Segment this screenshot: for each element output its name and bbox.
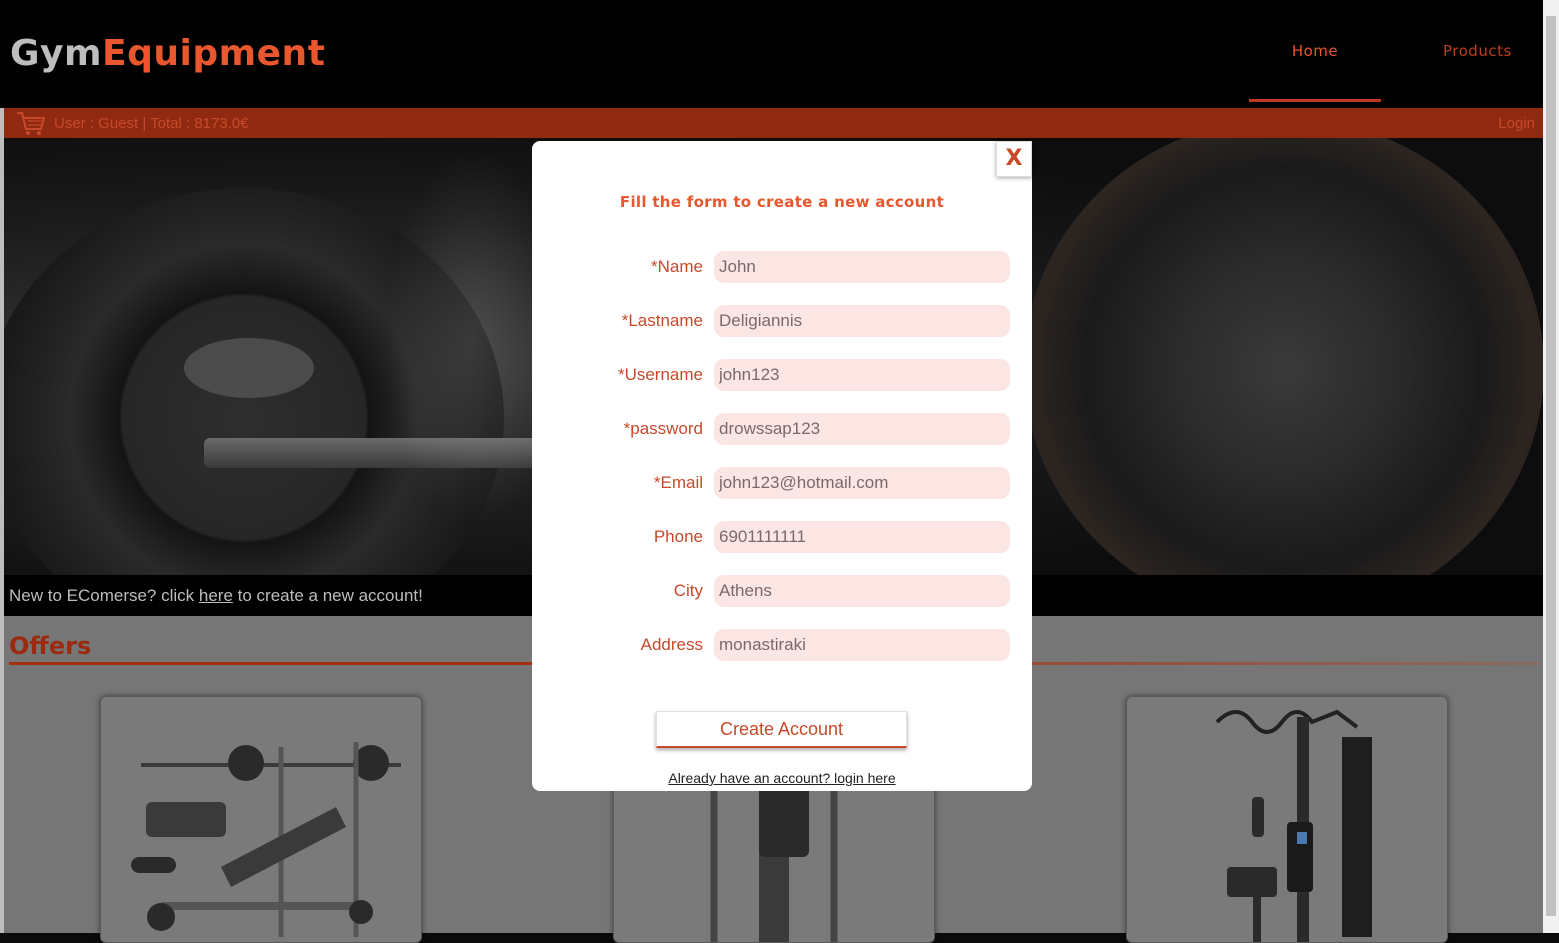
page-scrollbar[interactable] xyxy=(1543,0,1559,933)
form-row-email: *Email xyxy=(532,467,1032,499)
lastname-field[interactable] xyxy=(714,305,1010,337)
form-row-address: Address xyxy=(532,629,1032,661)
form-row-city: City xyxy=(532,575,1032,607)
form-row-phone: Phone xyxy=(532,521,1032,553)
scrollbar-thumb[interactable] xyxy=(1546,16,1556,916)
login-here-link[interactable]: Already have an account? login here xyxy=(532,770,1032,786)
city-field[interactable] xyxy=(714,575,1010,607)
lastname-label: *Lastname xyxy=(621,311,703,330)
name-label: *Name xyxy=(651,257,703,276)
phone-field[interactable] xyxy=(714,521,1010,553)
create-account-button[interactable]: Create Account xyxy=(656,711,907,748)
name-field[interactable] xyxy=(714,251,1010,283)
form-row-name: *Name xyxy=(532,251,1032,283)
password-field[interactable] xyxy=(714,413,1010,445)
city-label: City xyxy=(673,581,703,600)
phone-label: Phone xyxy=(653,527,703,546)
address-label: Address xyxy=(640,635,703,654)
form-row-lastname: *Lastname xyxy=(532,305,1032,337)
address-field[interactable] xyxy=(714,629,1010,661)
username-field[interactable] xyxy=(714,359,1010,391)
modal-title: Fill the form to create a new account xyxy=(619,193,945,211)
close-modal-button[interactable]: X xyxy=(996,141,1032,177)
password-label: *password xyxy=(623,419,703,438)
username-label: *Username xyxy=(617,365,703,384)
email-field[interactable] xyxy=(714,467,1010,499)
signup-modal: X Fill the form to create a new account … xyxy=(532,141,1032,791)
email-label: *Email xyxy=(653,473,703,492)
form-row-password: *password xyxy=(532,413,1032,445)
form-row-username: *Username xyxy=(532,359,1032,391)
